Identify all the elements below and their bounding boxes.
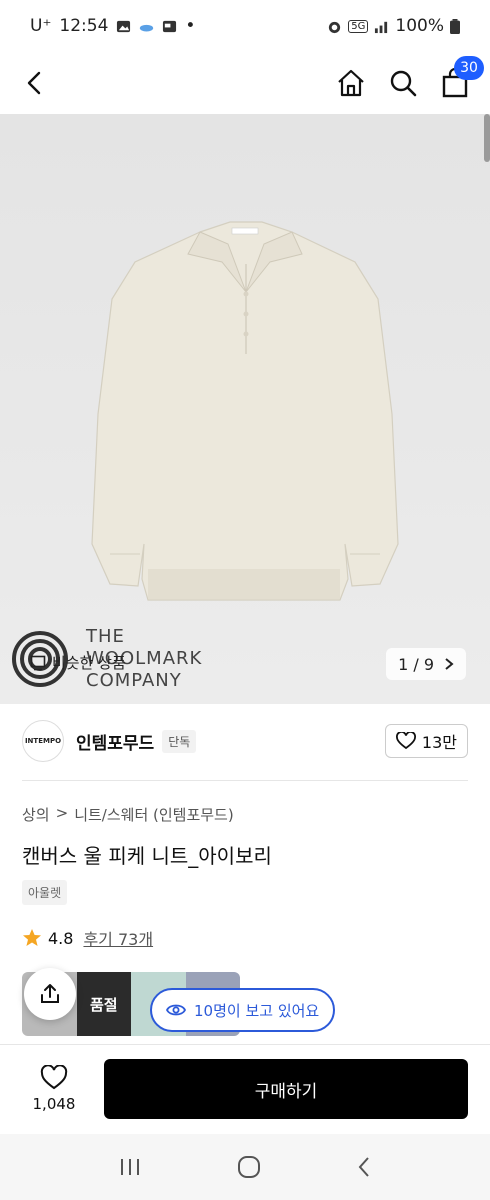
image-counter[interactable]: 1 / 9 (386, 648, 466, 680)
chevron-right-icon (445, 658, 454, 670)
system-navigation-bar (0, 1134, 490, 1200)
battery-icon (450, 18, 460, 34)
brand-like-button[interactable]: 13만 (384, 724, 468, 758)
carrier-label: U⁺ (30, 16, 52, 36)
buy-button-label: 구매하기 (254, 1081, 318, 1102)
cloud-icon (140, 24, 154, 31)
brand-like-count: 13만 (421, 733, 457, 752)
woolmark-text-line1: THE (86, 626, 125, 647)
app-icon (163, 20, 177, 32)
chevron-left-icon (27, 71, 41, 95)
home-circle-icon[interactable] (237, 1155, 261, 1179)
similar-icon (30, 655, 46, 670)
battery-label: 100% (395, 16, 444, 36)
heart-icon (40, 1065, 68, 1090)
divider (22, 780, 468, 781)
image-icon (117, 20, 131, 32)
star-icon (23, 929, 41, 946)
similar-products-button[interactable]: 비슷한 상품 (30, 652, 126, 673)
soldout-label: 품절 (89, 995, 118, 1014)
search-button[interactable] (388, 68, 418, 98)
review-count-link[interactable]: 후기 73개 (83, 926, 153, 950)
system-back-icon[interactable] (356, 1156, 372, 1178)
heart-icon (395, 732, 416, 750)
breadcrumb-item-top[interactable]: 상의 (22, 804, 50, 825)
category-breadcrumb: 상의 > 니트/스웨터 (인템포무드) (22, 804, 234, 825)
scrollbar[interactable] (484, 114, 490, 162)
share-icon (41, 984, 59, 1003)
product-title: 캔버스 울 피케 니트_아이보리 (22, 844, 272, 868)
bottom-action-bar: 1,048 구매하기 (0, 1044, 490, 1134)
brand-row: INTEMPO 인템포무드 단독 13만 (22, 714, 468, 768)
product-image-carousel[interactable]: THE WOOLMARK COMPANY 비슷한 상품 1 / 9 (0, 114, 490, 704)
breadcrumb-item-knit[interactable]: 니트/스웨터 (인템포무드) (74, 804, 234, 825)
alarm-icon (329, 21, 341, 33)
cart-button[interactable]: 30 (440, 56, 484, 98)
top-navigation-bar: 30 (0, 52, 490, 114)
search-icon (390, 70, 417, 97)
color-thumbnail[interactable]: 품절 (76, 972, 131, 1036)
image-counter-text: 1 / 9 (398, 654, 434, 674)
brand-name[interactable]: 인템포무드 (76, 729, 154, 754)
exclusive-badge: 단독 (162, 729, 197, 753)
woolmark-text-line3: COMPANY (86, 670, 182, 691)
back-button[interactable] (20, 68, 50, 98)
rating-value: 4.8 (48, 928, 74, 948)
home-icon (338, 69, 364, 97)
similar-products-label: 비슷한 상품 (52, 654, 126, 672)
buy-button[interactable]: 구매하기 (104, 1059, 468, 1119)
share-button[interactable] (24, 968, 76, 1020)
brand-logo[interactable]: INTEMPO (22, 720, 64, 762)
status-bar: U⁺ 12:54 • 5G 100% (0, 0, 490, 52)
home-button[interactable] (336, 68, 366, 98)
recent-apps-icon[interactable] (118, 1157, 142, 1177)
clock: 12:54 (59, 16, 109, 36)
brand-logo-text: INTEMPO (24, 737, 62, 745)
breadcrumb-separator: > (55, 804, 69, 822)
sweater-image (91, 221, 399, 601)
wishlist-button[interactable]: 1,048 (22, 1065, 86, 1113)
cart-count-badge: 30 (454, 56, 484, 80)
eye-icon (166, 1004, 186, 1016)
viewers-text: 10명이 보고 있어요 (194, 1001, 320, 1020)
notification-dot: • (185, 16, 196, 36)
signal-icon (375, 21, 388, 33)
viewers-notice: 10명이 보고 있어요 (150, 988, 336, 1032)
network-label: 5G (348, 19, 369, 33)
rating-row: 4.8 후기 73개 (22, 926, 153, 950)
outlet-label: 아울렛 (22, 880, 68, 905)
wishlist-count: 1,048 (32, 1095, 76, 1113)
